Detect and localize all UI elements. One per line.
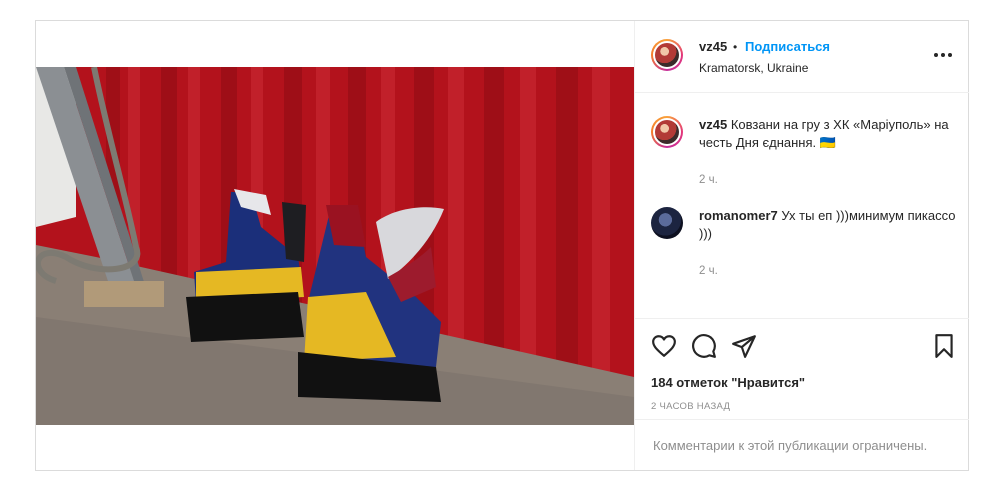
separator-dot: • [733, 40, 738, 54]
post-media [36, 21, 634, 470]
author-username[interactable]: vz45 [699, 39, 727, 54]
post-sidebar: vz45 • Подписаться Kramatorsk, Ukraine v… [634, 21, 969, 470]
author-avatar[interactable] [651, 39, 683, 71]
comment-body: romanomer7 Ух ты еп )))минимум пикассо )… [699, 207, 959, 243]
comment-time: 2 ч. [699, 265, 718, 277]
comment-item: romanomer7 Ух ты еп )))минимум пикассо )… [651, 207, 955, 277]
likes-count[interactable]: 184 отметок "Нравится" [651, 375, 805, 390]
heart-icon[interactable] [651, 333, 677, 359]
commenter-avatar[interactable] [651, 207, 683, 239]
comments-list: vz45 Ковзани на гру з ХК «Маріуполь» на … [635, 93, 969, 317]
post-card: vz45 • Подписаться Kramatorsk, Ukraine v… [35, 20, 969, 471]
post-timestamp[interactable]: 2 ЧАСОВ НАЗАД [651, 401, 730, 412]
comments-restricted-notice: Комментарии к этой публикации ограничены… [653, 438, 928, 453]
caption-body: vz45 Ковзани на гру з ХК «Маріуполь» на … [699, 116, 959, 152]
post-header: vz45 • Подписаться Kramatorsk, Ukraine [635, 21, 969, 93]
post-location[interactable]: Kramatorsk, Ukraine [699, 61, 808, 75]
caption: vz45 Ковзани на гру з ХК «Маріуполь» на … [651, 116, 951, 186]
post-photo[interactable] [36, 67, 634, 425]
more-options-icon[interactable] [931, 49, 955, 61]
comment-icon[interactable] [691, 333, 717, 359]
comment-username[interactable]: romanomer7 [699, 208, 778, 223]
caption-time: 2 ч. [699, 174, 718, 186]
comment-restriction-footer: Комментарии к этой публикации ограничены… [635, 419, 969, 471]
bookmark-icon[interactable] [931, 333, 957, 359]
caption-text: Ковзани на гру з ХК «Маріуполь» на честь… [699, 117, 949, 150]
share-icon[interactable] [731, 333, 757, 359]
follow-button[interactable]: Подписаться [745, 39, 830, 54]
caption-avatar[interactable] [651, 116, 683, 148]
post-actions: 184 отметок "Нравится" 2 ЧАСОВ НАЗАД [635, 318, 969, 431]
caption-username[interactable]: vz45 [699, 117, 727, 132]
